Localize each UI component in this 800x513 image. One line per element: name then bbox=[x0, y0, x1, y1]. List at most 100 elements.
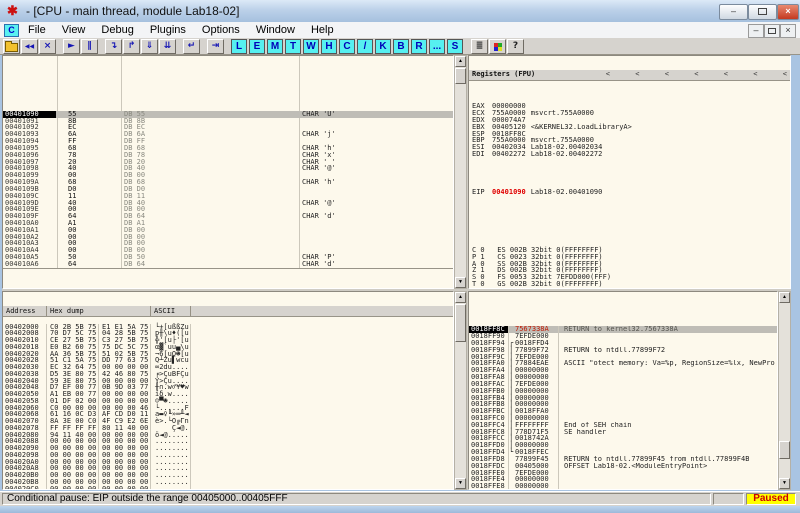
letter-button[interactable]: ... bbox=[429, 39, 445, 54]
dump-scrollbar[interactable]: ▲ ▼ bbox=[454, 291, 467, 490]
menu-item[interactable]: File bbox=[20, 22, 54, 38]
close-button[interactable]: × bbox=[777, 4, 799, 20]
menu-item[interactable]: Help bbox=[303, 22, 342, 38]
scroll-thumb[interactable] bbox=[455, 304, 466, 342]
stack-comment bbox=[559, 449, 564, 456]
disasm-comment: CHAR '@' bbox=[298, 165, 336, 172]
run-button[interactable]: ► bbox=[63, 39, 80, 54]
log-window-button[interactable]: ≣ bbox=[471, 39, 488, 54]
restart-button[interactable]: ◀◀ bbox=[21, 39, 38, 54]
scroll-thumb[interactable] bbox=[455, 68, 466, 84]
stack-comment: ASCII "otect memory: Va=%p, RegionSize=%… bbox=[559, 360, 775, 367]
disasm-bytes: D0 bbox=[56, 186, 120, 193]
menu-item[interactable]: Options bbox=[194, 22, 248, 38]
disasm-bytes: 6A bbox=[56, 131, 120, 138]
letter-button[interactable]: / bbox=[357, 39, 373, 54]
disasm-row[interactable]: 004010AA 00 DB 00 bbox=[3, 288, 453, 289]
disasm-instruction: DB 78 bbox=[120, 152, 298, 159]
minimize-button[interactable]: – bbox=[719, 4, 748, 20]
appearance-button[interactable] bbox=[489, 39, 506, 54]
mdi-close-button[interactable]: × bbox=[780, 24, 796, 38]
disasm-bytes: 00 bbox=[56, 247, 120, 254]
disasm-bytes: 40 bbox=[56, 165, 120, 172]
step-over-button[interactable]: ↱ bbox=[123, 39, 140, 54]
disasm-info-pane bbox=[3, 268, 453, 289]
disasm-instruction: DB 00 bbox=[120, 288, 298, 289]
letter-button[interactable]: B bbox=[393, 39, 409, 54]
scroll-up-arrow[interactable]: ▲ bbox=[455, 292, 466, 303]
pause-button[interactable]: ∥ bbox=[81, 39, 98, 54]
stack-comment: End of SEH chain bbox=[559, 422, 631, 429]
execute-till-return-button[interactable]: ↵ bbox=[183, 39, 200, 54]
stack-scrollbar[interactable]: ▲ ▼ bbox=[778, 291, 791, 490]
open-folder-icon bbox=[5, 43, 18, 52]
stack-comment bbox=[559, 381, 564, 388]
letter-button[interactable]: M bbox=[267, 39, 283, 54]
stack-comment bbox=[559, 340, 564, 347]
scroll-up-arrow[interactable]: ▲ bbox=[779, 292, 790, 303]
letter-button[interactable]: T bbox=[285, 39, 301, 54]
disasm-instruction: DB 00 bbox=[120, 240, 298, 247]
scroll-up-arrow[interactable]: ▲ bbox=[455, 56, 466, 67]
stack-pane[interactable]: 0018FF8C 7567338A RETURN to kernel32.756… bbox=[468, 291, 778, 490]
status-bar: Conditional pause: EIP outside the range… bbox=[0, 491, 800, 507]
register-name: EDI bbox=[472, 151, 492, 158]
cpu-window-icon[interactable]: C bbox=[4, 24, 19, 37]
letter-button[interactable]: E bbox=[249, 39, 265, 54]
step-into-button[interactable]: ↴ bbox=[105, 39, 122, 54]
open-file-button[interactable] bbox=[3, 39, 20, 54]
scroll-down-arrow[interactable]: ▼ bbox=[455, 277, 466, 288]
mdi-restore-button[interactable] bbox=[764, 24, 780, 38]
scroll-thumb[interactable] bbox=[779, 441, 790, 459]
menu-item[interactable]: Window bbox=[248, 22, 303, 38]
letter-button[interactable]: C bbox=[339, 39, 355, 54]
menu-item[interactable]: Debug bbox=[93, 22, 141, 38]
disasm-instruction: DB 00 bbox=[120, 172, 298, 179]
mdi-minimize-button[interactable]: – bbox=[748, 24, 764, 38]
registers-pane[interactable]: Registers (FPU) < < < < < < < EAX 000000… bbox=[468, 55, 791, 289]
window-letter-buttons: LEMTWHC/KBR...S bbox=[231, 39, 465, 54]
eip-row[interactable]: EIP 00401090 Lab18-02.00401090 bbox=[472, 189, 790, 196]
letter-button[interactable]: S bbox=[447, 39, 463, 54]
maximize-button[interactable] bbox=[748, 4, 777, 20]
letter-button[interactable]: R bbox=[411, 39, 427, 54]
disasm-scrollbar[interactable]: ▲ ▼ bbox=[454, 55, 467, 289]
disasm-instruction: DB 64 bbox=[120, 261, 298, 268]
menu-item[interactable]: View bbox=[54, 22, 94, 38]
memory-dump-pane[interactable]: Address Hex dump ASCII 00402000 C0 2B 5B… bbox=[2, 291, 454, 490]
register-row[interactable]: EDI 00402272 Lab18-02.00402272 bbox=[472, 151, 790, 158]
disasm-instruction: DB 40 bbox=[120, 200, 298, 207]
disasm-instruction: DB 00 bbox=[120, 247, 298, 254]
stack-comment bbox=[559, 333, 564, 340]
register-comment: <&KERNEL32.LoadLibraryA> bbox=[531, 124, 632, 131]
disasm-comment: CHAR 'd' bbox=[298, 213, 336, 220]
close-program-button[interactable]: × bbox=[39, 39, 56, 54]
scroll-down-arrow[interactable]: ▼ bbox=[455, 478, 466, 489]
disasm-instruction: DB 68 bbox=[120, 179, 298, 186]
animate-over-button[interactable]: ⇊ bbox=[159, 39, 176, 54]
disasm-instruction: DB 6A bbox=[120, 131, 298, 138]
dump-row[interactable]: 004020C0 00 00 00 00 00 00 00 00 .......… bbox=[3, 486, 453, 490]
disasm-comment: CHAR 'h' bbox=[298, 179, 336, 186]
disassembly-pane[interactable]: 00401090 55 DB 55 CHAR 'U' 00401091 8B D… bbox=[2, 55, 454, 289]
letter-button[interactable]: L bbox=[231, 39, 247, 54]
stack-comment bbox=[559, 401, 564, 408]
stack-comment bbox=[559, 388, 564, 395]
disasm-bytes: 64 bbox=[56, 213, 120, 220]
letter-button[interactable]: W bbox=[303, 39, 319, 54]
gpr-list: EAX 00000000 ECX 755A0000 msvcrt.755A000… bbox=[472, 83, 790, 158]
help-button[interactable]: ? bbox=[507, 39, 524, 54]
flag-row[interactable]: D 0 bbox=[472, 288, 790, 289]
scroll-down-arrow[interactable]: ▼ bbox=[779, 478, 790, 489]
go-to-address-button[interactable]: ⇥ bbox=[207, 39, 224, 54]
disasm-comment bbox=[298, 234, 302, 241]
menu-item[interactable]: Plugins bbox=[142, 22, 194, 38]
letter-button[interactable]: H bbox=[321, 39, 337, 54]
animate-into-button[interactable]: ⇓ bbox=[141, 39, 158, 54]
register-comment: Lab18-02.00401090 bbox=[531, 189, 603, 196]
stack-comment: RETURN to ntdll.77899F45 from ntdll.7789… bbox=[559, 456, 749, 463]
window-bottom-border bbox=[0, 506, 800, 513]
dump-hex-group: 00 00 00 00 bbox=[99, 486, 151, 490]
letter-button[interactable]: K bbox=[375, 39, 391, 54]
flag-row[interactable]: T 0 GS 002B 32bit 0(FFFFFFFF) bbox=[472, 281, 790, 288]
